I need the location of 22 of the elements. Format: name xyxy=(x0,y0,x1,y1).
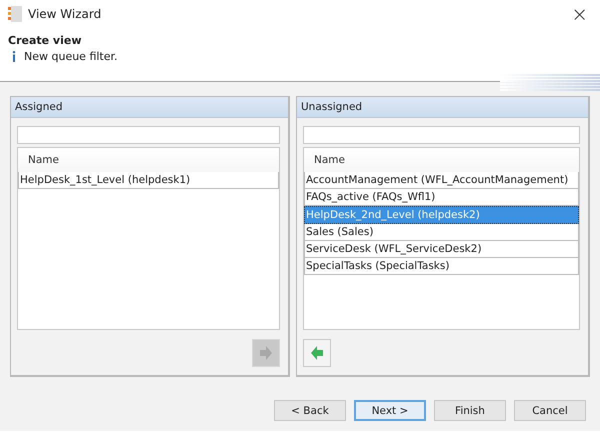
panel-title: Assigned xyxy=(11,97,288,118)
left-arrow-icon xyxy=(309,345,325,361)
move-button[interactable] xyxy=(303,339,331,367)
page-title: Create view xyxy=(8,34,82,47)
wizard-button[interactable]: < Back xyxy=(274,400,346,421)
table-row[interactable]: Sales (Sales) xyxy=(304,224,579,241)
right-arrow-icon xyxy=(258,345,274,361)
close-button[interactable]: × xyxy=(567,4,592,24)
table-row[interactable]: SpecialTasks (SpecialTasks) xyxy=(304,258,579,275)
wizard-button[interactable]: Finish xyxy=(434,400,506,421)
panel-title: Unassigned xyxy=(297,97,588,118)
window-title: View Wizard xyxy=(28,7,102,21)
table-row[interactable]: ServiceDesk (WFL_ServiceDesk2) xyxy=(304,241,579,258)
filter-field[interactable] xyxy=(303,126,580,144)
info-message: New queue filter. xyxy=(24,50,118,63)
info-icon xyxy=(12,51,16,62)
table-row[interactable]: HelpDesk_1st_Level (helpdesk1) xyxy=(18,172,279,189)
filter-field[interactable] xyxy=(17,126,280,144)
wizard-button[interactable]: Cancel xyxy=(514,400,586,421)
wizard-button[interactable]: Next > xyxy=(354,400,426,421)
app-icon xyxy=(8,6,22,22)
table-row[interactable]: AccountManagement (WFL_AccountManagement) xyxy=(304,172,579,189)
